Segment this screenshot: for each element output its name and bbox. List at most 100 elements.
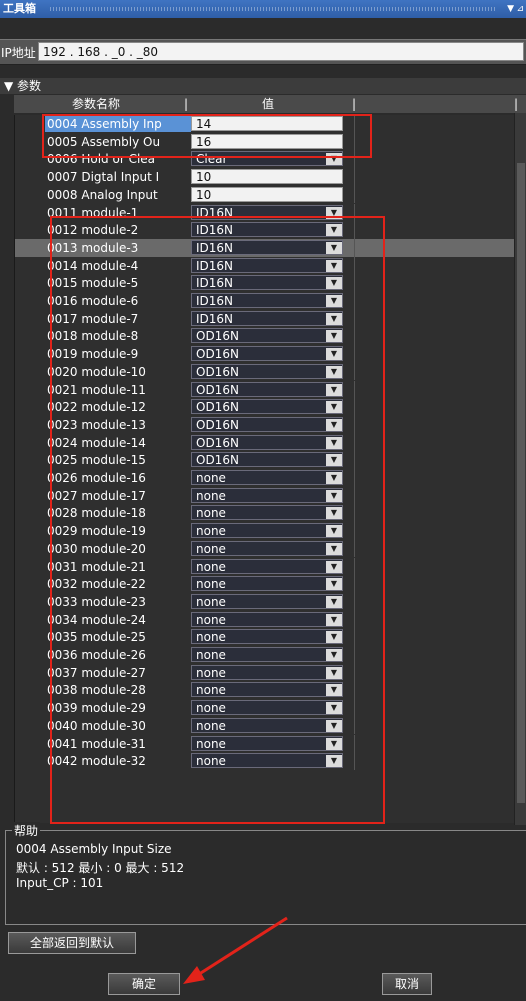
param-row[interactable]: 0021 module-11 OD16N ▼ <box>15 380 515 399</box>
param-value-select[interactable]: none ▼ <box>191 523 343 539</box>
param-row[interactable]: 0037 module-27 none ▼ <box>15 663 515 682</box>
param-row[interactable]: 0028 module-18 none ▼ <box>15 504 515 523</box>
param-row[interactable]: 0023 module-13 OD16N ▼ <box>15 415 515 434</box>
param-value-select[interactable]: OD16N ▼ <box>191 399 343 415</box>
params-scrollbar[interactable] <box>514 113 526 825</box>
param-row[interactable]: 0024 module-14 OD16N ▼ <box>15 433 515 452</box>
dropdown-arrow-icon[interactable]: ▼ <box>326 295 342 307</box>
dropdown-arrow-icon[interactable]: ▼ <box>326 560 342 573</box>
param-value-select[interactable]: none ▼ <box>191 664 343 680</box>
dropdown-arrow-icon[interactable]: ▼ <box>326 241 342 254</box>
param-row[interactable]: 0020 module-10 OD16N ▼ <box>15 362 515 381</box>
param-row[interactable]: 0019 module-9 OD16N ▼ <box>15 345 515 363</box>
dropdown-arrow-icon[interactable]: ▼ <box>326 436 342 449</box>
param-value-select[interactable]: OD16N ▼ <box>191 452 343 468</box>
param-row[interactable]: 0036 module-26 none ▼ <box>15 646 515 664</box>
column-header-value[interactable]: 值 <box>262 95 274 113</box>
dropdown-arrow-icon[interactable]: ▼ <box>507 0 514 18</box>
dropdown-arrow-icon[interactable]: ▼ <box>326 153 342 166</box>
cancel-button[interactable]: 取消 <box>382 973 432 995</box>
param-value-select[interactable]: ID16N ▼ <box>191 257 343 273</box>
param-value-select[interactable]: none ▼ <box>191 717 343 733</box>
param-value-select[interactable]: OD16N ▼ <box>191 416 343 432</box>
param-value-select[interactable]: ID16N ▼ <box>191 293 343 308</box>
dropdown-arrow-icon[interactable]: ▼ <box>326 365 342 378</box>
param-value-select[interactable]: none ▼ <box>191 735 343 751</box>
dropdown-arrow-icon[interactable]: ▼ <box>326 312 342 325</box>
param-value-select[interactable]: ID16N ▼ <box>191 222 343 238</box>
param-row[interactable]: 0008 Analog Input 10 <box>15 185 515 204</box>
param-row[interactable]: 0033 module-23 none ▼ <box>15 592 515 611</box>
dropdown-arrow-icon[interactable]: ▼ <box>326 206 342 219</box>
param-row[interactable]: 0042 module-32 none ▼ <box>15 752 515 770</box>
param-row[interactable]: 0030 module-20 none ▼ <box>15 539 515 558</box>
dropdown-arrow-icon[interactable]: ▼ <box>326 472 342 484</box>
param-value-select[interactable]: none ▼ <box>191 593 343 609</box>
param-row[interactable]: 0007 Digtal Input I 10 <box>15 168 515 186</box>
dropdown-arrow-icon[interactable]: ▼ <box>326 454 342 467</box>
param-value-select[interactable]: none ▼ <box>191 629 343 645</box>
param-value-select[interactable]: Clear ▼ <box>191 151 343 167</box>
scrollbar-thumb[interactable] <box>517 163 525 803</box>
dropdown-arrow-icon[interactable]: ▼ <box>326 613 342 626</box>
column-header-name[interactable]: 参数名称 <box>72 95 120 113</box>
dropdown-arrow-icon[interactable]: ▼ <box>326 666 342 679</box>
param-value-input[interactable]: 16 <box>191 133 343 149</box>
dropdown-arrow-icon[interactable]: ▼ <box>326 330 342 343</box>
param-value-select[interactable]: ID16N ▼ <box>191 239 343 255</box>
param-value-select[interactable]: none ▼ <box>191 558 343 574</box>
param-value-select[interactable]: OD16N ▼ <box>191 328 343 344</box>
dropdown-arrow-icon[interactable]: ▼ <box>326 755 342 768</box>
param-value-select[interactable]: none ▼ <box>191 647 343 662</box>
dropdown-arrow-icon[interactable]: ▼ <box>326 489 342 502</box>
param-row[interactable]: 0004 Assembly Inp 14 <box>15 115 515 133</box>
param-row[interactable]: 0017 module-7 ID16N ▼ <box>15 309 515 328</box>
param-value-select[interactable]: none ▼ <box>191 487 343 503</box>
dropdown-arrow-icon[interactable]: ▼ <box>326 684 342 697</box>
dropdown-arrow-icon[interactable]: ▼ <box>326 277 342 290</box>
param-value-select[interactable]: none ▼ <box>191 682 343 698</box>
param-value-input[interactable]: 10 <box>191 169 343 185</box>
dropdown-arrow-icon[interactable]: ▼ <box>326 525 342 538</box>
param-value-select[interactable]: ID16N ▼ <box>191 204 343 220</box>
param-row[interactable]: 0039 module-29 none ▼ <box>15 699 515 717</box>
dropdown-arrow-icon[interactable]: ▼ <box>326 348 342 361</box>
dropdown-arrow-icon[interactable]: ▼ <box>326 401 342 414</box>
param-value-select[interactable]: none ▼ <box>191 753 343 769</box>
param-row[interactable]: 0013 module-3 ID16N ▼ <box>15 238 515 257</box>
param-row[interactable]: 0038 module-28 none ▼ <box>15 681 515 700</box>
dropdown-arrow-icon[interactable]: ▼ <box>326 595 342 608</box>
param-row[interactable]: 0005 Assembly Ou 16 <box>15 132 515 151</box>
param-row[interactable]: 0026 module-16 none ▼ <box>15 469 515 487</box>
param-row[interactable]: 0029 module-19 none ▼ <box>15 522 515 540</box>
param-row[interactable]: 0041 module-31 none ▼ <box>15 734 515 753</box>
dropdown-arrow-icon[interactable]: ▼ <box>326 259 342 272</box>
param-value-select[interactable]: none ▼ <box>191 611 343 627</box>
dropdown-arrow-icon[interactable]: ▼ <box>326 719 342 732</box>
dropdown-arrow-icon[interactable]: ▼ <box>326 631 342 644</box>
param-row[interactable]: 0025 module-15 OD16N ▼ <box>15 451 515 469</box>
ip-address-field[interactable]: 192 . 168 . _0 . _80 <box>38 42 524 61</box>
dropdown-arrow-icon[interactable]: ▼ <box>326 702 342 715</box>
reset-all-defaults-button[interactable]: 全部返回到默认 <box>8 932 136 954</box>
dropdown-arrow-icon[interactable]: ▼ <box>326 737 342 750</box>
param-value-select[interactable]: none ▼ <box>191 700 343 716</box>
pin-icon[interactable]: ⊿ <box>516 0 524 18</box>
param-row[interactable]: 0018 module-8 OD16N ▼ <box>15 327 515 346</box>
param-value-input[interactable]: 10 <box>191 186 343 202</box>
param-row[interactable]: 0014 module-4 ID16N ▼ <box>15 256 515 275</box>
params-section-header[interactable]: ▼ 参数 <box>0 78 526 94</box>
param-row[interactable]: 0035 module-25 none ▼ <box>15 628 515 646</box>
dropdown-arrow-icon[interactable]: ▼ <box>326 649 342 661</box>
param-value-select[interactable]: none ▼ <box>191 470 343 485</box>
param-row[interactable]: 0027 module-17 none ▼ <box>15 486 515 505</box>
param-row[interactable]: 0012 module-2 ID16N ▼ <box>15 221 515 239</box>
dropdown-arrow-icon[interactable]: ▼ <box>326 542 342 555</box>
dropdown-arrow-icon[interactable]: ▼ <box>326 383 342 396</box>
param-value-select[interactable]: none ▼ <box>191 576 343 592</box>
param-value-select[interactable]: OD16N ▼ <box>191 434 343 450</box>
param-row[interactable]: 0034 module-24 none ▼ <box>15 610 515 629</box>
param-row[interactable]: 0006 Hold or Clea Clear ▼ <box>15 150 515 169</box>
dropdown-arrow-icon[interactable]: ▼ <box>326 578 342 591</box>
param-value-select[interactable]: OD16N ▼ <box>191 363 343 379</box>
